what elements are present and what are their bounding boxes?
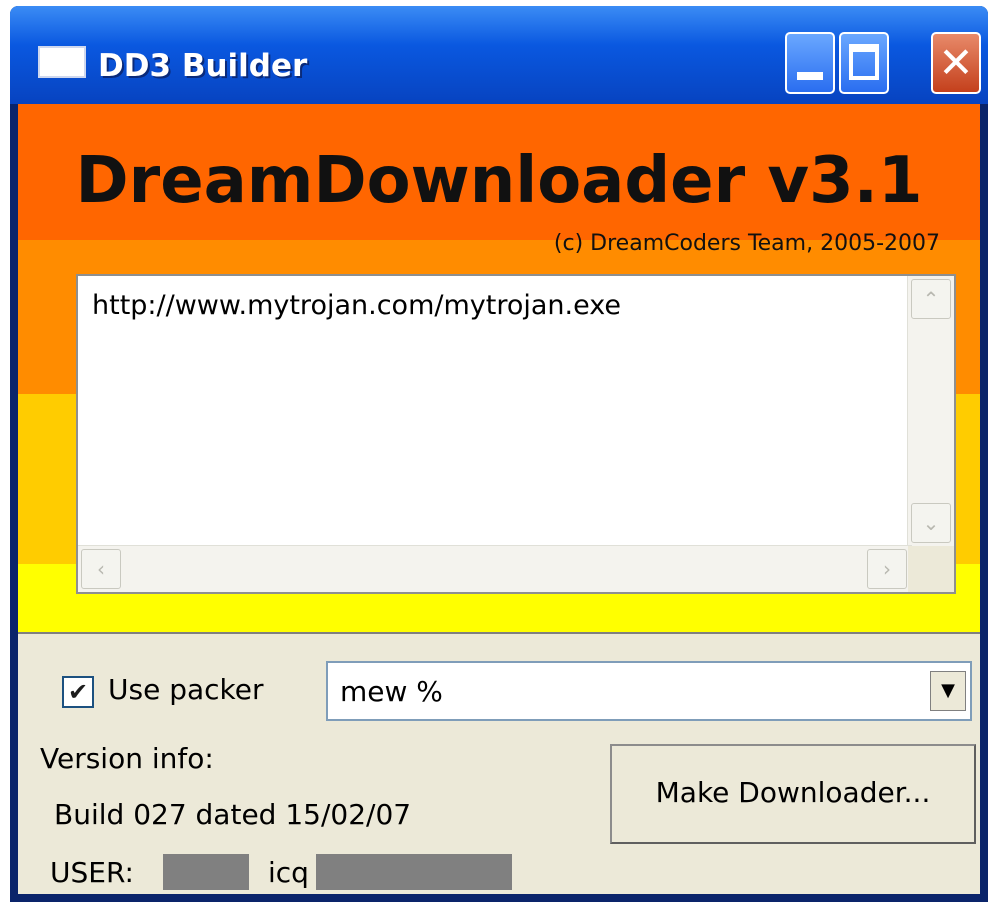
version-info-label: Version info: — [40, 742, 214, 775]
minimize-button[interactable] — [785, 32, 835, 94]
use-packer-label[interactable]: Use packer — [108, 673, 264, 706]
scroll-down-icon[interactable]: ⌄ — [911, 503, 951, 543]
horizontal-scrollbar[interactable]: ‹ › — [78, 545, 912, 592]
app-window: DD3 Builder ✕ DreamDownloader v3.1 (c) D… — [10, 6, 988, 902]
url-entry[interactable]: http://www.mytrojan.com/mytrojan.exe — [92, 290, 621, 321]
scrollbar-corner — [908, 546, 954, 592]
copyright-text: (c) DreamCoders Team, 2005-2007 — [553, 231, 940, 256]
packer-select-value: mew % — [340, 675, 443, 708]
minimize-icon — [797, 72, 823, 80]
chevron-down-icon[interactable]: ▼ — [930, 671, 966, 711]
window-title: DD3 Builder — [98, 48, 308, 84]
scroll-up-icon[interactable]: ⌃ — [911, 279, 951, 319]
vertical-scrollbar[interactable]: ⌃ ⌄ — [907, 276, 954, 546]
redacted-icq — [316, 854, 512, 890]
scroll-right-icon[interactable]: › — [867, 549, 907, 589]
window-icon — [38, 46, 86, 78]
maximize-icon — [849, 44, 879, 80]
app-title: DreamDownloader v3.1 — [75, 144, 923, 218]
use-packer-checkbox[interactable]: ✔ — [62, 676, 94, 708]
redacted-user — [163, 854, 249, 890]
build-info: Build 027 dated 15/02/07 — [54, 798, 412, 831]
divider — [18, 632, 980, 634]
icq-label: icq — [268, 856, 309, 889]
client-area: DreamDownloader v3.1 (c) DreamCoders Tea… — [18, 104, 980, 894]
url-textarea[interactable]: http://www.mytrojan.com/mytrojan.exe ⌃ ⌄… — [76, 274, 956, 594]
make-downloader-button[interactable]: Make Downloader... — [610, 744, 976, 844]
close-icon: ✕ — [938, 38, 974, 87]
scroll-left-icon[interactable]: ‹ — [81, 549, 121, 589]
maximize-button[interactable] — [839, 32, 889, 94]
title-bar[interactable]: DD3 Builder ✕ — [10, 6, 988, 104]
user-label: USER: — [50, 856, 134, 889]
banner: DreamDownloader v3.1 (c) DreamCoders Tea… — [18, 104, 980, 632]
packer-select[interactable]: mew % ▼ — [326, 661, 972, 721]
close-button[interactable]: ✕ — [931, 32, 981, 94]
